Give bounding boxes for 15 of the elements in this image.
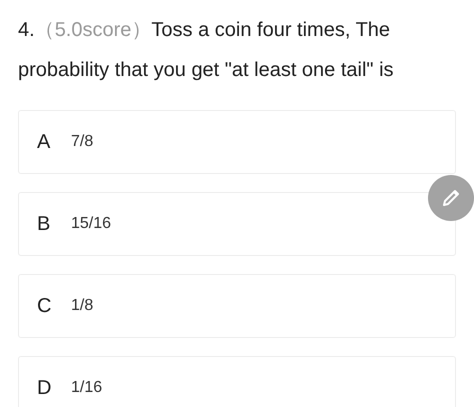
option-text: 15/16	[71, 214, 112, 234]
option-letter: D	[37, 376, 52, 401]
option-text: 1/8	[71, 296, 94, 316]
option-card[interactable]: C 1/8	[18, 274, 456, 338]
option-letter: C	[37, 294, 52, 319]
option-card[interactable]: B 15/16	[18, 192, 456, 256]
option-text: 1/16	[71, 378, 102, 398]
pencil-icon	[441, 188, 461, 208]
option-card[interactable]: A 7/8	[18, 110, 456, 174]
option-letter: B	[37, 212, 52, 237]
option-text: 7/8	[71, 132, 94, 152]
edit-button[interactable]	[428, 175, 474, 221]
option-letter: A	[37, 130, 52, 155]
question-text: 4.（5.0score）Toss a coin four times, The probability that you get "at least one tail" is	[18, 18, 395, 83]
option-card[interactable]: D 1/16	[18, 356, 456, 407]
